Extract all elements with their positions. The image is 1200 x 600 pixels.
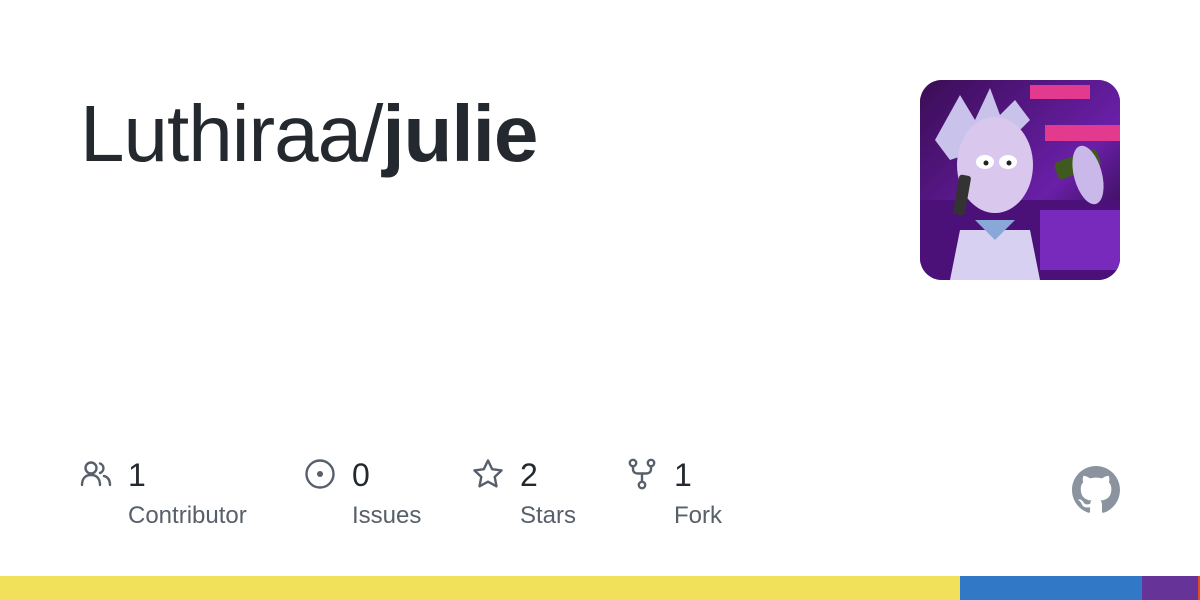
repo-owner: Luthiraa/ xyxy=(80,89,383,178)
issue-opened-icon xyxy=(305,459,335,489)
repo-name: julie xyxy=(382,89,538,178)
language-segment xyxy=(0,576,960,600)
forks-label: Fork xyxy=(674,502,722,529)
stars-count: 2 xyxy=(520,457,538,493)
people-icon xyxy=(80,461,112,487)
github-mark-icon[interactable] xyxy=(1072,466,1120,514)
repo-stats: 1 Contributor 0 Issues 2 Stars 1 Fork xyxy=(80,452,780,542)
language-bar xyxy=(0,576,1200,600)
contributors-count: 1 xyxy=(128,457,146,493)
language-segment xyxy=(1142,576,1198,600)
avatar-image xyxy=(920,80,1120,280)
issues-count: 0 xyxy=(352,457,370,493)
forks-count: 1 xyxy=(674,457,692,493)
issues-label: Issues xyxy=(352,502,422,529)
star-icon xyxy=(473,459,503,488)
language-segment xyxy=(960,576,1143,600)
repo-title: Luthiraa/julie xyxy=(80,84,538,184)
avatar xyxy=(920,80,1120,280)
stars-label: Stars xyxy=(520,502,577,529)
repo-forked-icon xyxy=(628,458,656,490)
contributors-label: Contributor xyxy=(128,502,247,529)
